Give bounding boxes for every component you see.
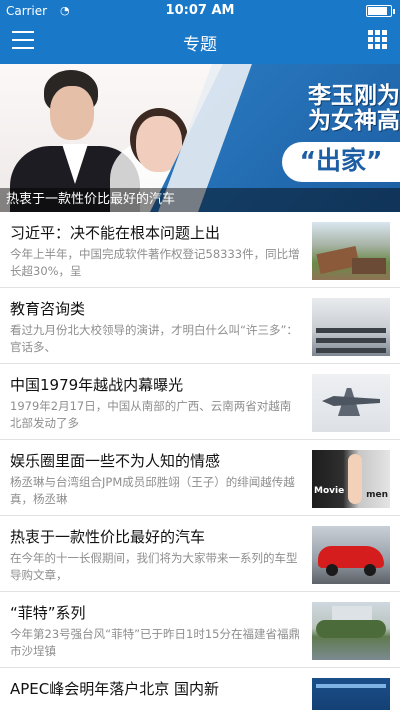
list-item[interactable]: 教育咨询类 看过九月份北大校领导的演讲，才明白什么叫“许三多”：官话多、 — [0, 288, 400, 364]
article-title: 热衷于一款性价比最好的汽车 — [10, 528, 206, 546]
article-summary: 1979年2月17日，中国从南部的广西、云南两省对越南北部发动了多 — [10, 399, 292, 430]
thumbnail-text: men — [366, 490, 388, 500]
article-thumbnail — [312, 526, 390, 584]
article-thumbnail — [312, 602, 390, 660]
list-item[interactable]: 中国1979年越战内幕曝光 1979年2月17日，中国从南部的广西、云南两省对越… — [0, 364, 400, 440]
featured-banner[interactable]: 李玉刚为 为女神高 “出家” 热衷于一款性价比最好的汽车 — [0, 64, 400, 212]
article-summary: 在今年的十一长假期间，我们将为大家带来一系列的车型导购文章， — [10, 551, 298, 582]
thumbnail-text: Movie — [314, 486, 345, 496]
list-item[interactable]: 习近平：决不能在根本问题上出 今年上半年，中国完成软件著作权登记58333件，同… — [0, 212, 400, 288]
article-title: “菲特”系列 — [10, 604, 86, 622]
article-thumbnail — [312, 374, 390, 432]
article-summary: 杨丞琳与台湾组合JPM成员邱胜翊（王子）的绯闻越传越真，杨丞琳 — [10, 475, 295, 506]
article-summary: 今年第23号强台风“菲特”已于昨日1时15分在福建省福鼎市沙埕镇 — [10, 627, 300, 658]
article-thumbnail — [312, 678, 390, 710]
list-item[interactable]: “菲特”系列 今年第23号强台风“菲特”已于昨日1时15分在福建省福鼎市沙埕镇 — [0, 592, 400, 668]
banner-headline-line2: 为女神高 — [308, 108, 400, 134]
article-title: APEC峰会明年落户北京 国内新 — [10, 680, 220, 698]
article-thumbnail: Movie men — [312, 450, 390, 508]
battery-icon — [366, 5, 395, 17]
status-time: 10:07 AM — [165, 3, 235, 18]
article-summary: 看过九月份北大校领导的演讲，才明白什么叫“许三多”：官话多、 — [10, 323, 298, 354]
list-item[interactable]: 娱乐圈里面一些不为人知的情感 杨丞琳与台湾组合JPM成员邱胜翊（王子）的绯闻越传… — [0, 440, 400, 516]
list-item[interactable]: 热衷于一款性价比最好的汽车 在今年的十一长假期间，我们将为大家带来一系列的车型导… — [0, 516, 400, 592]
nav-bar: Carrier ◔ 10:07 AM 专题 — [0, 0, 400, 64]
article-title: 习近平：决不能在根本问题上出 — [10, 224, 221, 242]
article-title: 中国1979年越战内幕曝光 — [10, 376, 184, 394]
banner-tag: “出家” — [282, 142, 400, 182]
grid-menu-icon[interactable] — [368, 30, 388, 50]
article-list: 习近平：决不能在根本问题上出 今年上半年，中国完成软件著作权登记58333件，同… — [0, 212, 400, 710]
banner-caption: 热衷于一款性价比最好的汽车 — [0, 188, 400, 212]
list-item[interactable]: APEC峰会明年落户北京 国内新 — [0, 668, 400, 710]
article-title: 娱乐圈里面一些不为人知的情感 — [10, 452, 221, 470]
article-summary: 今年上半年，中国完成软件著作权登记58333件，同比增长超30%，呈 — [10, 247, 300, 278]
article-title: 教育咨询类 — [10, 300, 86, 318]
banner-headline-line1: 李玉刚为 — [308, 83, 400, 109]
banner-headline: 李玉刚为 为女神高 — [220, 84, 400, 134]
status-bar: Carrier ◔ 10:07 AM — [0, 0, 400, 22]
article-thumbnail — [312, 222, 390, 280]
page-title: 专题 — [183, 35, 217, 55]
article-thumbnail — [312, 298, 390, 356]
